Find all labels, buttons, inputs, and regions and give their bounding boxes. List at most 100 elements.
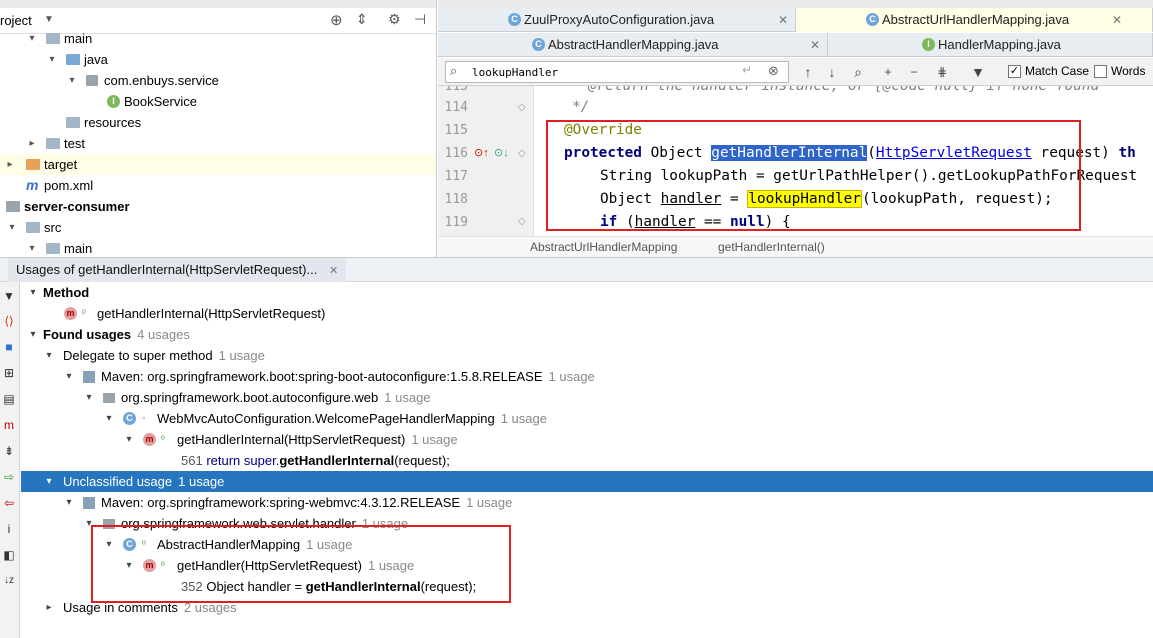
tree-row-method[interactable]: m ᵖ getHandlerInternal(HttpServletReques… [21,303,1153,324]
line-number: 115 [444,123,468,138]
words-checkbox[interactable] [1094,65,1107,78]
collapse-icon[interactable]: ⇕ [356,11,368,28]
group-by-module-icon[interactable]: ■ [1,339,17,355]
chevron-down-icon[interactable]: ▾ [103,408,115,429]
tab-zuulproxyautoconfiguration[interactable]: C ZuulProxyAutoConfiguration.java ✕ [438,8,796,32]
class-icon: C [532,38,545,51]
expand-all-icon[interactable]: ⇟ [1,443,17,459]
chevron-down-icon[interactable]: ▾ [26,28,38,49]
tree-row-target[interactable]: ▸ target [0,154,436,175]
find-all-icon[interactable]: ⌕ [848,62,868,82]
tree-row-unclassified-usage[interactable]: ▾ Unclassified usage 1 usage [21,471,1153,492]
tree-row-resources[interactable]: resources [0,112,436,133]
breadcrumb-method[interactable]: getHandlerInternal() [718,237,825,257]
code-area[interactable]: 113 114 115 116 117 118 119 ⊙↑ ⊙↓ ◇ ◇ ◇ … [438,86,1153,236]
tab-abstracturlhandlermapping[interactable]: C AbstractUrlHandlerMapping.java ✕ [796,8,1153,32]
preview-icon[interactable]: ◧ [1,547,17,563]
tree-row-package[interactable]: ▾ com.enbuys.service [0,70,436,91]
tree-row-package-autoconfigure-web[interactable]: ▾ org.springframework.boot.autoconfigure… [21,387,1153,408]
clear-icon[interactable]: ⊗ [768,63,779,79]
usage-count: 1 usage [548,369,595,384]
search-input[interactable] [472,64,752,80]
tree-label: src [44,220,62,235]
tree-row-pom[interactable]: m pom.xml [0,175,436,196]
chevron-down-icon[interactable]: ▾ [6,217,18,238]
code-line-114: */ [572,99,590,115]
group-by-usage-type-icon[interactable]: ⟨⟩ [1,313,17,329]
chevron-down-icon[interactable]: ▾ [27,282,39,303]
fold-icon[interactable]: ◇ [518,102,526,113]
chevron-right-icon[interactable]: ▸ [4,154,16,175]
info-icon[interactable]: i [1,521,17,537]
highlight-box-usages [91,525,511,603]
next-usage-icon[interactable]: ⇨ [1,469,17,485]
chevron-down-icon[interactable]: ▾ [27,324,39,345]
tree-row-method-header[interactable]: ▾ Method [21,282,1153,303]
project-title[interactable]: roject [0,13,32,28]
group-by-package-icon[interactable]: ⊞ [1,365,17,381]
tree-label: server-consumer [24,199,130,214]
close-icon[interactable]: ✕ [329,265,338,277]
match-case-checkbox[interactable]: ✓ [1008,65,1021,78]
tree-row-code-561[interactable]: 561 return super.getHandlerInternal(requ… [21,450,1153,471]
chevron-right-icon[interactable]: ▸ [43,597,55,618]
tree-row-test[interactable]: ▸ test [0,133,436,154]
group-by-file-icon[interactable]: ▤ [1,391,17,407]
exclude-icon[interactable]: ⇦ [1,495,17,511]
library-icon [83,497,95,509]
tree-row-main[interactable]: ▾ main [0,28,436,49]
chevron-down-icon[interactable]: ▾ [63,492,75,513]
previous-occurrence-button[interactable]: ↑ [798,62,818,82]
fold-icon[interactable]: ◇ [518,216,526,227]
chevron-down-icon[interactable]: ▾ [83,387,95,408]
method-icon: m [64,307,77,320]
chevron-down-icon[interactable]: ▾ [43,345,55,366]
next-occurrence-button[interactable]: ↓ [822,62,842,82]
filter-icon[interactable]: ▼ [968,62,988,82]
lock-icon: ᵖ [82,308,86,319]
tab-handlermapping[interactable]: I HandlerMapping.java [828,33,1153,57]
sort-icon[interactable]: ↓z [1,573,17,589]
gear-icon[interactable]: ⚙ [388,11,401,28]
tree-row-server-consumer[interactable]: server-consumer [0,196,436,217]
tree-row-maven-boot-autoconfigure[interactable]: ▾ Maven: org.springframework.boot:spring… [21,366,1153,387]
close-icon[interactable]: ✕ [810,33,820,57]
breadcrumb-class[interactable]: AbstractUrlHandlerMapping [530,237,677,257]
tab-abstracthandlermapping[interactable]: C AbstractHandlerMapping.java ✕ [438,33,828,57]
show-method-icon[interactable]: m [1,417,17,433]
tree-row-gethandlerinternal-usage[interactable]: ▾ m ᵒ getHandlerInternal(HttpServletRequ… [21,429,1153,450]
row-label: Delegate to super method [63,348,213,363]
search-icon[interactable]: ⌕ [450,63,457,79]
chevron-down-icon[interactable]: ▾ [123,429,135,450]
close-icon[interactable]: ✕ [1112,8,1122,32]
tree-row-welcome-page-mapping[interactable]: ▾ C ◦ WebMvcAutoConfiguration.WelcomePag… [21,408,1153,429]
chevron-down-icon[interactable]: ▾ [26,238,38,257]
usages-tab[interactable]: Usages of getHandlerInternal(HttpServlet… [8,258,347,282]
select-all-occurrences-icon[interactable]: ⋕ [932,62,952,82]
chevron-down-icon[interactable]: ▾ [63,366,75,387]
tree-row-delegate-super[interactable]: ▾ Delegate to super method 1 usage [21,345,1153,366]
tree-row-main-2[interactable]: ▾ main [0,238,436,257]
chevron-down-icon[interactable]: ▾ [66,70,78,91]
usages-tree[interactable]: ▾ Method m ᵖ getHandlerInternal(HttpServ… [21,282,1153,638]
tree-label: java [84,52,108,67]
hide-panel-icon[interactable]: ⊣ [414,11,426,28]
fold-icon[interactable]: ◇ [518,148,526,159]
chevron-down-icon[interactable]: ▾ [46,49,58,70]
tree-row-bookservice[interactable]: I BookService [0,91,436,112]
chevron-right-icon[interactable]: ▸ [26,133,38,154]
implements-marker-icon[interactable]: ⊙↓ [494,146,509,159]
locate-icon[interactable]: ⊕ [330,11,343,29]
chevron-down-icon[interactable]: ▾ [43,471,55,492]
override-marker-icon[interactable]: ⊙↑ [474,146,489,159]
close-icon[interactable]: ✕ [778,8,788,32]
chevron-down-icon[interactable]: ▼ [44,14,54,25]
add-occurrence-icon[interactable]: + [878,62,898,82]
tree-row-found-usages[interactable]: ▾ Found usages 4 usages [21,324,1153,345]
tree-row-src[interactable]: ▾ src [0,217,436,238]
tree-row-maven-webmvc[interactable]: ▾ Maven: org.springframework:spring-webm… [21,492,1153,513]
filter-icon[interactable]: ▼ [1,288,17,304]
remove-occurrence-icon[interactable]: − [904,62,924,82]
find-box[interactable]: ⌕ ↵ ⊗ [445,61,789,83]
tree-row-java[interactable]: ▾ java [0,49,436,70]
